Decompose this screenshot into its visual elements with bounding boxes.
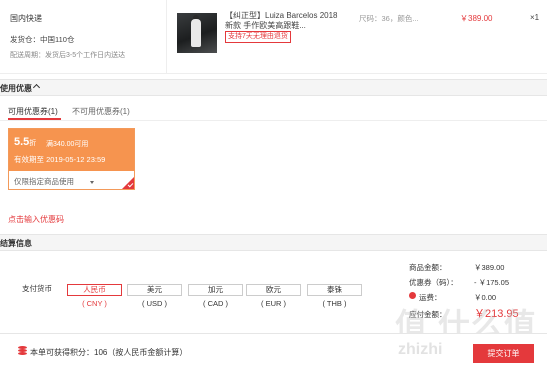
currency-code: ( CAD ) (203, 299, 228, 308)
currency-code: ( THB ) (322, 299, 347, 308)
coupon-card[interactable]: 5.5折 满340.00可用 有效期至 2019-05-12 23:59 仅限指… (8, 128, 135, 190)
return-policy-badge: 支持7天无理由退货 (225, 31, 291, 43)
coupon-amount-label: 优惠券（码）： (409, 278, 458, 287)
currency-option-eur[interactable]: 欧元 ( EUR ) (246, 284, 301, 310)
watermark-site: zhizhi (398, 341, 443, 358)
tab-divider (0, 120, 547, 121)
product-sku: 尺码：36，颜色... (359, 14, 419, 23)
submit-order-button[interactable]: 提交订单 (473, 344, 534, 363)
goods-amount-value: ￥389.00 (474, 263, 505, 272)
points-info: 本单可获得积分：106（按人民币金额计算） (30, 348, 188, 357)
coupon-section-header[interactable]: 使用优惠 (0, 79, 547, 96)
currency-name: 人民币 (67, 284, 122, 296)
currency-option-thb[interactable]: 泰铢 ( THB ) (307, 284, 362, 310)
goods-amount-label: 商品金额： (409, 263, 447, 272)
currency-option-cad[interactable]: 加元 ( CAD ) (188, 284, 243, 310)
currency-code: ( CNY ) (82, 299, 107, 308)
product-thumbnail[interactable] (177, 13, 217, 53)
product-title[interactable]: 【纠正型】Luiza Barcelos 2018新款 手作欧美高跟鞋... (225, 11, 345, 30)
currency-name: 美元 (127, 284, 182, 296)
currency-label: 支付货币 (22, 284, 52, 293)
product-quantity: ×1 (530, 13, 540, 22)
coupon-section-title: 使用优惠 (0, 84, 32, 93)
shipping-title: 国内快递 (10, 14, 42, 23)
coupon-discount: 5.5折 (14, 136, 37, 148)
currency-name: 泰铢 (307, 284, 362, 296)
coupon-amount-value: - ￥175.05 (474, 278, 510, 287)
currency-name: 欧元 (246, 284, 301, 296)
tab-unusable-coupons[interactable]: 不可用优惠券(1) (72, 106, 130, 117)
product-price: ￥389.00 (460, 14, 493, 23)
currency-name: 加元 (188, 284, 243, 296)
currency-code: ( USD ) (142, 299, 167, 308)
caret-down-icon[interactable] (90, 181, 94, 184)
enter-coupon-code-link[interactable]: 点击输入优惠码 (8, 214, 64, 225)
coins-icon (18, 346, 27, 355)
coupon-scope[interactable]: 仅限指定商品使用 (14, 176, 74, 187)
currency-code: ( EUR ) (261, 299, 286, 308)
settlement-section-title: 结算信息 (0, 239, 32, 248)
coupon-condition: 满340.00可用 (46, 141, 89, 148)
coupon-card-header: 5.5折 满340.00可用 有效期至 2019-05-12 23:59 (9, 129, 134, 171)
shipping-warehouse: 发货仓：中国110仓 (10, 35, 75, 44)
settlement-section-header: 结算信息 (0, 234, 547, 251)
tab-usable-coupons[interactable]: 可用优惠券(1) (8, 106, 58, 117)
coupon-validity: 有效期至 2019-05-12 23:59 (14, 155, 106, 164)
info-dot-icon[interactable] (409, 292, 416, 299)
chevron-up-icon[interactable] (32, 83, 41, 92)
shipping-delivery-period: 配送周期：发货后3-5个工作日内送达 (10, 52, 126, 59)
currency-option-cny[interactable]: 人民币 ( CNY ) (67, 284, 122, 310)
currency-option-usd[interactable]: 美元 ( USD ) (127, 284, 182, 310)
